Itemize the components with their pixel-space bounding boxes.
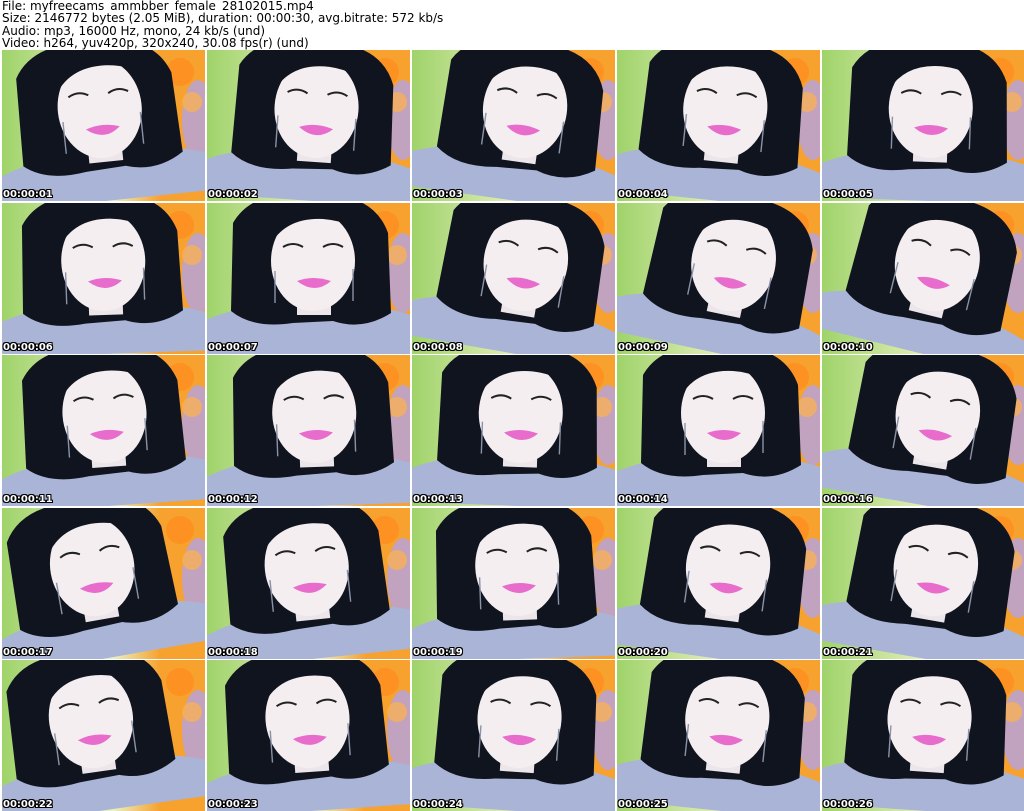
frame-timestamp: 00:00:12 xyxy=(208,494,258,505)
video-frame-thumbnail: 00:00:11 xyxy=(2,355,205,506)
file-info-header: File: myfreecams_ammbber_female_28102015… xyxy=(2,0,1020,50)
video-frame-thumbnail: 00:00:26 xyxy=(822,660,1024,811)
video-frame-thumbnail: 00:00:09 xyxy=(617,202,820,354)
video-frame-thumbnail: 00:00:16 xyxy=(822,355,1024,506)
frame-timestamp: 00:00:25 xyxy=(618,799,668,810)
frame-image xyxy=(2,507,205,659)
frame-image xyxy=(617,355,820,506)
frame-timestamp: 00:00:04 xyxy=(618,189,668,200)
video-frame-thumbnail: 00:00:14 xyxy=(617,355,820,506)
video-frame-thumbnail: 00:00:02 xyxy=(207,50,410,201)
video-frame-thumbnail: 00:00:13 xyxy=(412,355,615,506)
frame-timestamp: 00:00:24 xyxy=(413,799,463,810)
video-frame-thumbnail: 00:00:06 xyxy=(2,202,205,354)
frame-timestamp: 00:00:14 xyxy=(618,494,668,505)
video-frame-thumbnail: 00:00:04 xyxy=(617,50,820,201)
frame-timestamp: 00:00:17 xyxy=(3,646,53,658)
frame-image xyxy=(207,355,410,506)
frame-timestamp: 00:00:07 xyxy=(208,341,258,353)
frame-timestamp: 00:00:26 xyxy=(823,799,873,810)
frame-image xyxy=(207,202,410,354)
video-frame-thumbnail: 00:00:25 xyxy=(617,660,820,811)
frame-timestamp: 00:00:19 xyxy=(413,646,463,658)
frame-image xyxy=(207,507,410,659)
frame-timestamp: 00:00:18 xyxy=(208,646,258,658)
frame-image xyxy=(822,507,1024,659)
frame-image xyxy=(822,660,1024,811)
frame-image xyxy=(2,50,205,201)
video-frame-thumbnail: 00:00:01 xyxy=(2,50,205,201)
frame-timestamp: 00:00:08 xyxy=(413,341,463,353)
video-frame-thumbnail: 00:00:22 xyxy=(2,660,205,811)
frame-image xyxy=(617,50,820,201)
frame-timestamp: 00:00:09 xyxy=(618,341,668,353)
video-frame-thumbnail: 00:00:20 xyxy=(617,507,820,659)
frame-timestamp: 00:00:13 xyxy=(413,494,463,505)
frame-image xyxy=(207,660,410,811)
frame-timestamp: 00:00:06 xyxy=(3,341,53,353)
frame-timestamp: 00:00:01 xyxy=(3,189,53,200)
video-frame-thumbnail: 00:00:05 xyxy=(822,50,1024,201)
video-frame-thumbnail: 00:00:03 xyxy=(412,50,615,201)
frame-timestamp: 00:00:21 xyxy=(823,646,873,658)
video-frame-thumbnail: 00:00:24 xyxy=(412,660,615,811)
video-frame-thumbnail: 00:00:08 xyxy=(412,202,615,354)
frame-timestamp: 00:00:23 xyxy=(208,799,258,810)
frame-image xyxy=(412,355,615,506)
video-frame-thumbnail: 00:00:23 xyxy=(207,660,410,811)
video-frame-thumbnail: 00:00:18 xyxy=(207,507,410,659)
frame-image xyxy=(822,355,1024,506)
frame-image xyxy=(2,355,205,506)
video-frame-thumbnail: 00:00:10 xyxy=(822,202,1024,354)
frame-image xyxy=(412,660,615,811)
frame-timestamp: 00:00:10 xyxy=(823,341,873,353)
file-name-line: File: myfreecams_ammbber_female_28102015… xyxy=(2,0,314,13)
frame-timestamp: 00:00:02 xyxy=(208,189,258,200)
frame-image xyxy=(822,202,1024,354)
frame-timestamp: 00:00:22 xyxy=(3,799,53,810)
video-frame-thumbnail: 00:00:07 xyxy=(207,202,410,354)
video-info-line: Video: h264, yuv420p, 320x240, 30.08 fps… xyxy=(2,37,309,50)
frame-timestamp: 00:00:05 xyxy=(823,189,873,200)
frame-image xyxy=(412,202,615,354)
frame-timestamp: 00:00:03 xyxy=(413,189,463,200)
frame-image xyxy=(2,202,205,354)
frame-image xyxy=(822,50,1024,201)
thumbnail-grid: 00:00:01 00:00:02 00:00:03 00:00:04 00:00:05… xyxy=(0,50,1024,811)
frame-image xyxy=(412,50,615,201)
frame-timestamp: 00:00:16 xyxy=(823,494,873,505)
frame-image xyxy=(412,507,615,659)
audio-info-line: Audio: mp3, 16000 Hz, mono, 24 kb/s (und… xyxy=(2,24,266,38)
video-frame-thumbnail: 00:00:21 xyxy=(822,507,1024,659)
frame-image xyxy=(617,202,820,354)
frame-image xyxy=(617,660,820,811)
frame-image xyxy=(2,660,205,811)
file-size-line: Size: 2146772 bytes (2.05 MiB), duration… xyxy=(2,12,444,25)
video-frame-thumbnail: 00:00:17 xyxy=(2,507,205,659)
video-frame-thumbnail: 00:00:19 xyxy=(412,507,615,659)
frame-timestamp: 00:00:20 xyxy=(618,646,668,658)
frame-image xyxy=(617,507,820,659)
video-frame-thumbnail: 00:00:12 xyxy=(207,355,410,506)
frame-image xyxy=(207,50,410,201)
frame-timestamp: 00:00:11 xyxy=(3,494,53,505)
